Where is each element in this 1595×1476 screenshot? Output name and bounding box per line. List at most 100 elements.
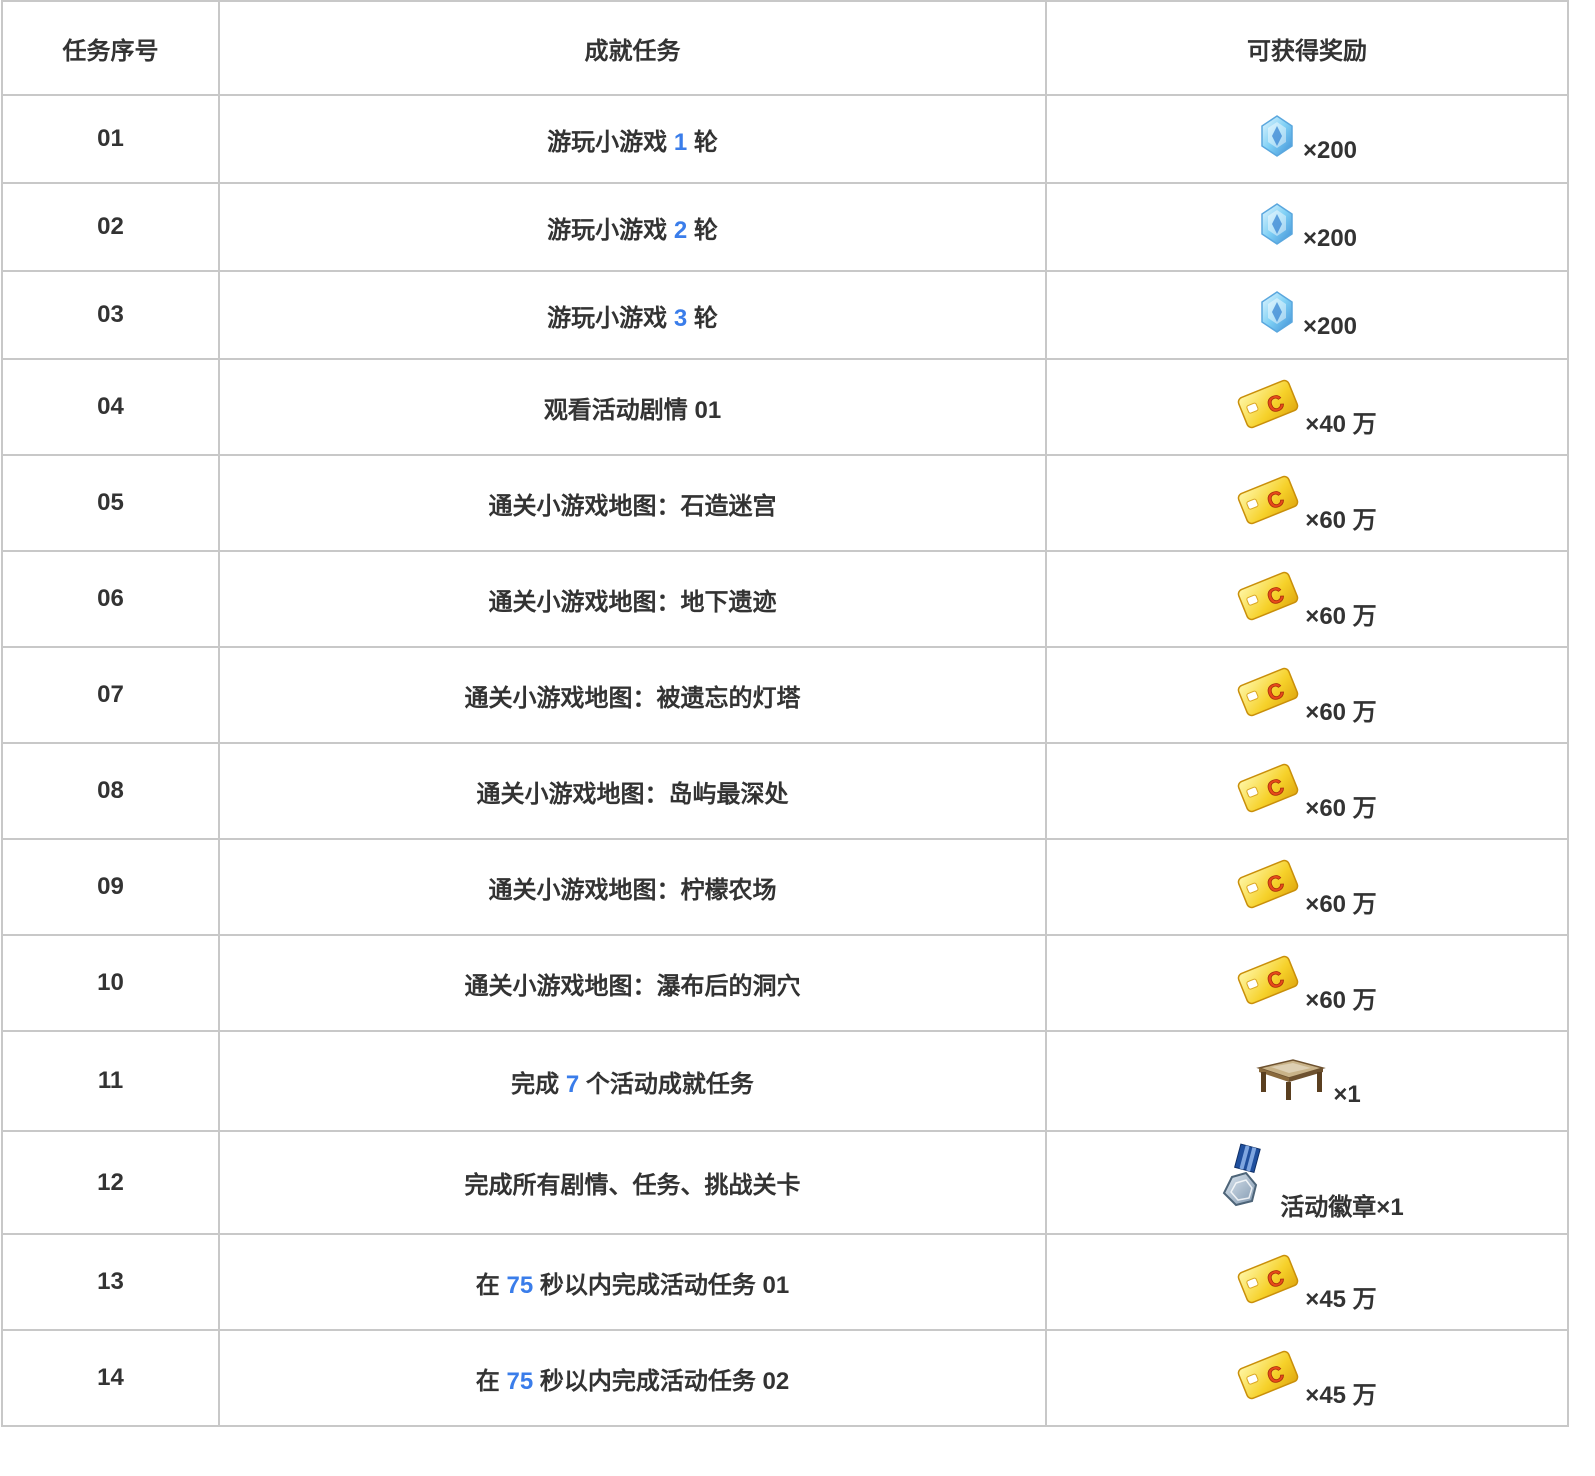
reward: C ×60 万	[1237, 664, 1377, 727]
task-text: 完成	[511, 1070, 566, 1098]
gold-card-icon: C	[1237, 1347, 1299, 1410]
reward-cell: ×200	[1045, 270, 1569, 360]
reward: C ×60 万	[1237, 760, 1377, 823]
task-index: 06	[97, 585, 124, 612]
reward-cell: C ×45 万	[1045, 1233, 1569, 1331]
task-index-cell: 11	[1, 1030, 220, 1132]
gold-card-icon: C	[1237, 1251, 1299, 1314]
task-index-cell: 05	[1, 454, 220, 552]
task-highlight-number: 7	[565, 1070, 580, 1098]
reward: ×200	[1257, 114, 1357, 165]
reward: C ×40 万	[1237, 376, 1377, 439]
task-text: 通关小游戏地图：石造迷宫	[488, 492, 777, 520]
task-description-cell: 游玩小游戏 1 轮	[218, 94, 1047, 184]
reward-cell: C ×60 万	[1045, 742, 1569, 840]
reward-cell: C ×60 万	[1045, 838, 1569, 936]
reward-amount: ×45 万	[1305, 1285, 1377, 1313]
table-row: 14 在 75 秒以内完成活动任务 02 C ×45 万	[1, 1329, 1569, 1427]
achievement-task-table: 任务序号 成就任务 可获得奖励 01 游玩小游戏 1 轮 ×200 02 游玩小…	[1, 0, 1569, 1427]
table-row: 09 通关小游戏地图：柠檬农场 C ×60 万	[1, 838, 1569, 936]
table-row: 04 观看活动剧情 01 C ×40 万	[1, 358, 1569, 456]
reward-cell: C ×40 万	[1045, 358, 1569, 456]
reward-amount: ×40 万	[1305, 410, 1377, 438]
header-task: 成就任务	[218, 0, 1047, 96]
reward-cell: ×1	[1045, 1030, 1569, 1132]
task-text: 游玩小游戏	[547, 304, 674, 332]
gold-card-icon: C	[1237, 664, 1299, 727]
reward: C ×60 万	[1237, 856, 1377, 919]
task-text: 通关小游戏地图：被遗忘的灯塔	[464, 684, 801, 712]
reward-amount: ×60 万	[1305, 986, 1377, 1014]
task-index: 07	[97, 681, 124, 708]
reward-amount: ×200	[1302, 312, 1358, 340]
task-index-cell: 06	[1, 550, 220, 648]
task-description-cell: 游玩小游戏 3 轮	[218, 270, 1047, 360]
task-text-suffix: 秒以内完成活动任务 01	[533, 1271, 790, 1299]
task-highlight-number: 2	[673, 216, 688, 244]
task-index-cell: 09	[1, 838, 220, 936]
task-description-cell: 观看活动剧情 01	[218, 358, 1047, 456]
task-index: 01	[97, 125, 124, 152]
task-index-cell: 01	[1, 94, 220, 184]
task-description-cell: 通关小游戏地图：石造迷宫	[218, 454, 1047, 552]
task-text-suffix: 轮	[687, 128, 718, 156]
reward: ×200	[1257, 290, 1357, 341]
reward-cell: C ×45 万	[1045, 1329, 1569, 1427]
reward-amount: ×200	[1302, 136, 1358, 164]
reward-cell: C ×60 万	[1045, 934, 1569, 1032]
table-row: 05 通关小游戏地图：石造迷宫 C ×60 万	[1, 454, 1569, 552]
reward-cell: C ×60 万	[1045, 454, 1569, 552]
task-text-suffix: 轮	[687, 304, 718, 332]
crystal-icon	[1257, 290, 1297, 341]
gold-card-icon: C	[1237, 472, 1299, 535]
reward-amount: ×45 万	[1305, 1381, 1377, 1409]
task-description-cell: 通关小游戏地图：柠檬农场	[218, 838, 1047, 936]
task-highlight-number: 1	[673, 128, 688, 156]
table-row: 08 通关小游戏地图：岛屿最深处 C ×60 万	[1, 742, 1569, 840]
task-index: 13	[97, 1268, 124, 1295]
reward-amount: ×60 万	[1305, 794, 1377, 822]
reward-cell: C ×60 万	[1045, 646, 1569, 744]
task-index: 11	[97, 1067, 124, 1094]
task-text: 通关小游戏地图：地下遗迹	[488, 588, 777, 616]
task-description-cell: 通关小游戏地图：岛屿最深处	[218, 742, 1047, 840]
table-row: 10 通关小游戏地图：瀑布后的洞穴 C ×60 万	[1, 934, 1569, 1032]
reward: ×200	[1257, 202, 1357, 253]
task-index-cell: 13	[1, 1233, 220, 1331]
task-text: 在	[475, 1271, 507, 1299]
task-index: 03	[97, 301, 124, 328]
task-text-suffix: 秒以内完成活动任务 02	[533, 1367, 790, 1395]
reward-amount: ×1	[1333, 1080, 1361, 1108]
medal-badge-icon	[1210, 1143, 1274, 1222]
task-description-cell: 通关小游戏地图：瀑布后的洞穴	[218, 934, 1047, 1032]
task-text: 通关小游戏地图：柠檬农场	[488, 876, 777, 904]
reward-amount: ×60 万	[1305, 698, 1377, 726]
task-highlight-number: 75	[506, 1271, 534, 1299]
task-index: 04	[97, 393, 124, 420]
reward-cell: ×200	[1045, 182, 1569, 272]
reward: C ×60 万	[1237, 568, 1377, 631]
reward-amount: ×200	[1302, 224, 1358, 252]
reward-amount: 活动徽章×1	[1280, 1194, 1404, 1221]
task-index-cell: 07	[1, 646, 220, 744]
table-row: 02 游玩小游戏 2 轮 ×200	[1, 182, 1569, 272]
reward-amount: ×60 万	[1305, 602, 1377, 630]
task-index-cell: 14	[1, 1329, 220, 1427]
gold-card-icon: C	[1237, 856, 1299, 919]
reward: C ×45 万	[1237, 1347, 1377, 1410]
reward-cell: C ×60 万	[1045, 550, 1569, 648]
reward-amount: ×60 万	[1305, 506, 1377, 534]
task-description-cell: 游玩小游戏 2 轮	[218, 182, 1047, 272]
reward: C ×60 万	[1237, 472, 1377, 535]
furniture-table-icon	[1253, 1054, 1327, 1109]
task-index: 05	[97, 489, 124, 516]
task-index: 12	[97, 1168, 124, 1196]
task-text: 通关小游戏地图：瀑布后的洞穴	[464, 972, 801, 1000]
table-header-row: 任务序号 成就任务 可获得奖励	[1, 0, 1569, 96]
task-highlight-number: 3	[673, 304, 688, 332]
task-text: 游玩小游戏	[547, 128, 674, 156]
crystal-icon	[1257, 202, 1297, 253]
task-index-cell: 12	[1, 1130, 220, 1235]
task-text: 通关小游戏地图：岛屿最深处	[476, 780, 789, 808]
task-index: 08	[97, 777, 124, 804]
